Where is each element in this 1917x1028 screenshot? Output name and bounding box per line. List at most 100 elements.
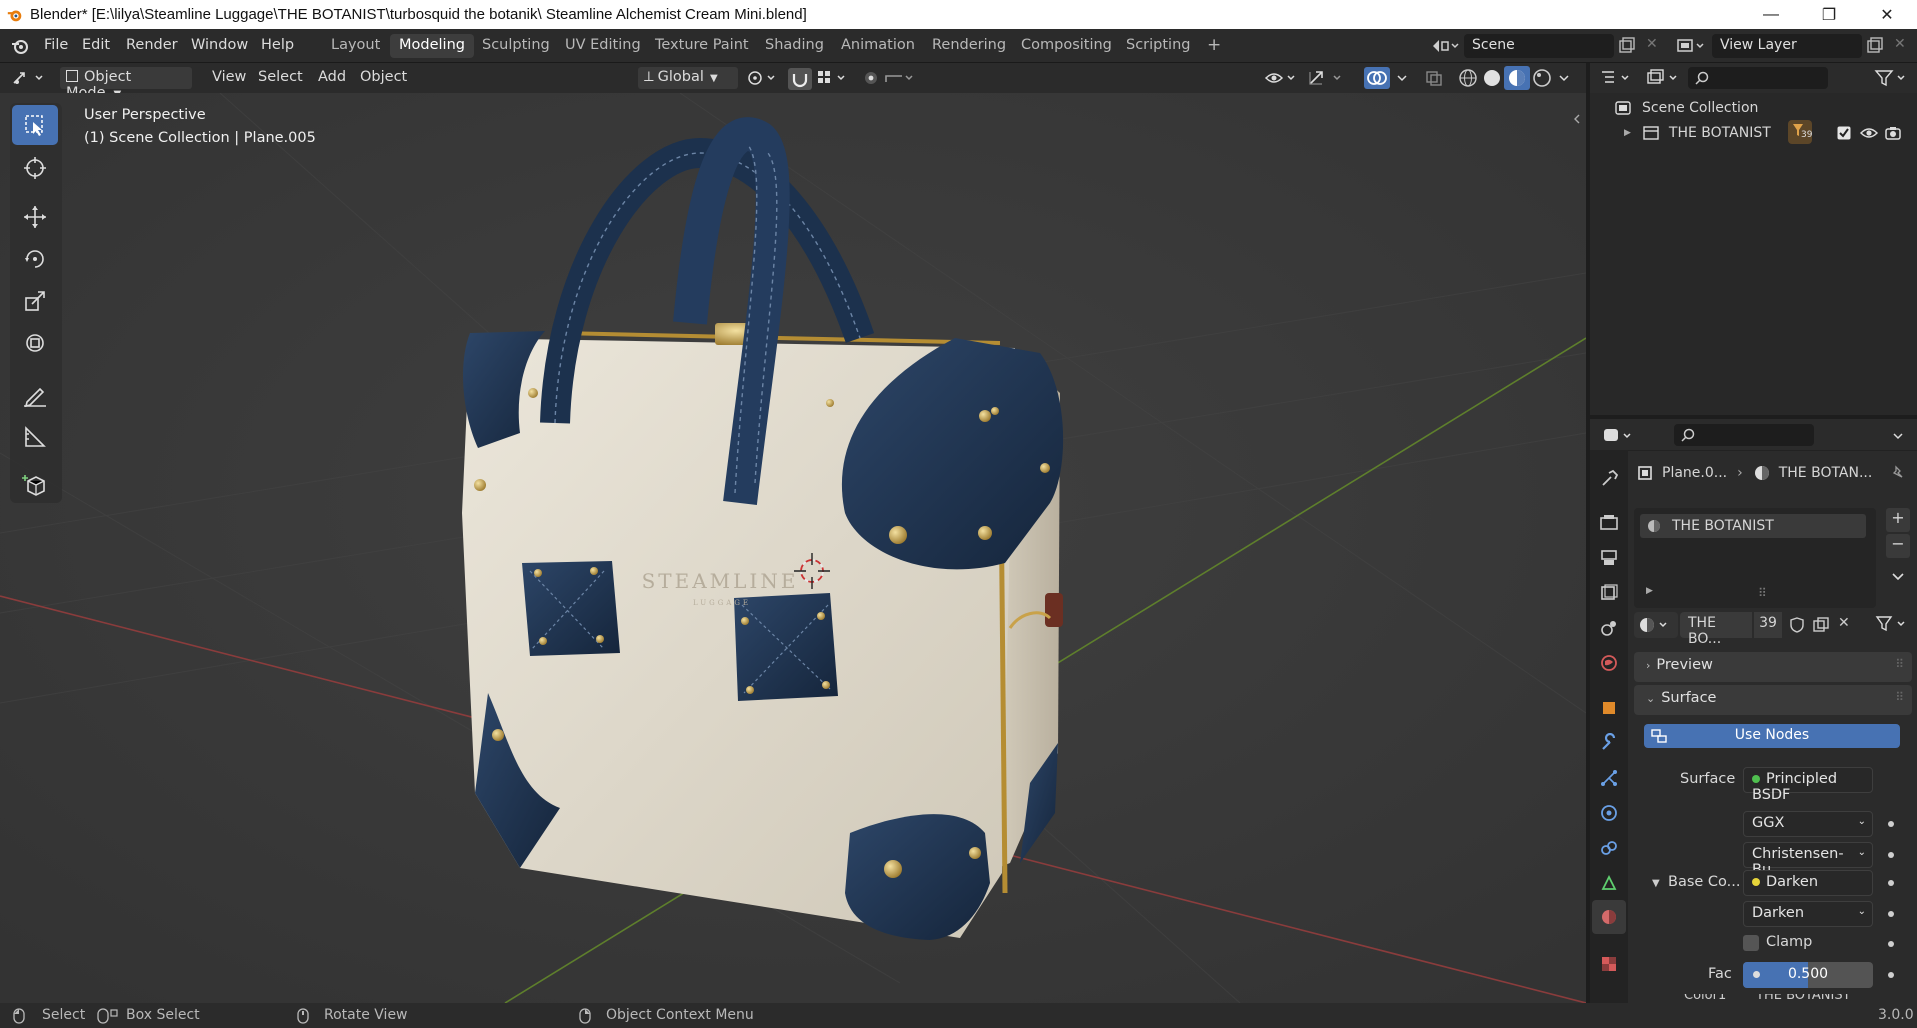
tab-scripting[interactable]: Scripting xyxy=(1117,34,1199,58)
tab-shading[interactable]: Shading xyxy=(756,34,833,58)
material-slot-item[interactable]: THE BOTANIST xyxy=(1640,514,1866,538)
tab-tool[interactable] xyxy=(1595,465,1623,493)
tab-particles[interactable] xyxy=(1595,764,1623,792)
blender-menu-icon[interactable] xyxy=(10,36,30,56)
drag-handle-icon[interactable]: ⠿ xyxy=(1895,690,1904,704)
unlink-material-icon[interactable]: ✕ xyxy=(1838,615,1850,631)
material-name-field[interactable]: THE BO... xyxy=(1680,612,1752,647)
resize-handle-icon[interactable]: ⠿ xyxy=(1758,586,1767,600)
orientation-dropdown[interactable]: ⟂ Global ▼ xyxy=(638,67,738,89)
mode-dropdown[interactable]: Object Mode▼ xyxy=(60,67,192,101)
menu-edit[interactable]: Edit xyxy=(82,37,110,53)
menu-window[interactable]: Window xyxy=(191,37,248,53)
move-tool[interactable] xyxy=(12,197,58,237)
view-layer-icon[interactable] xyxy=(1676,37,1708,55)
add-menu[interactable]: Add xyxy=(312,67,352,89)
outliner-editor-icon[interactable] xyxy=(1600,69,1634,87)
slot-specials-icon[interactable] xyxy=(1890,568,1906,584)
collapse-sidebar-icon[interactable] xyxy=(1572,113,1582,125)
checkbox-checked-icon[interactable] xyxy=(1836,125,1852,141)
keyframe-dot-icon[interactable] xyxy=(1888,852,1894,858)
menu-file[interactable]: File xyxy=(44,37,68,53)
outliner-search-input[interactable] xyxy=(1688,67,1828,89)
filter-icon[interactable] xyxy=(1874,68,1910,88)
slot-expand-icon[interactable]: ▶ xyxy=(1646,586,1653,596)
scene-collection-row[interactable]: Scene Collection xyxy=(1614,99,1758,117)
material-link-icon[interactable] xyxy=(1874,614,1910,634)
expand-base-color-icon[interactable]: ▼ xyxy=(1652,878,1660,889)
tab-physics[interactable] xyxy=(1595,799,1623,827)
new-scene-icon[interactable] xyxy=(1618,37,1636,55)
view-menu[interactable]: View xyxy=(206,67,252,89)
snap-target-icon[interactable] xyxy=(816,69,850,87)
object-menu[interactable]: Object xyxy=(354,67,413,89)
fac-slider[interactable]: 0.500 xyxy=(1743,962,1873,988)
surface-panel-header[interactable]: ⌄ Surface ⠿ xyxy=(1634,685,1912,715)
overlays-toggle[interactable] xyxy=(1364,67,1390,89)
scene-field[interactable]: Scene xyxy=(1464,34,1614,58)
material-preview-toggle[interactable] xyxy=(1504,66,1530,90)
pivot-point-icon[interactable] xyxy=(746,69,780,87)
tab-constraints[interactable] xyxy=(1595,834,1623,862)
keyframe-dot-icon[interactable] xyxy=(1888,972,1894,978)
editor-type-icon[interactable] xyxy=(12,69,48,87)
properties-search-input[interactable] xyxy=(1674,424,1814,446)
3d-viewport[interactable]: STEAMLINE LUGGAGE User Perspective (1) S… xyxy=(0,93,1586,1003)
tab-scene[interactable] xyxy=(1595,614,1623,642)
visibility-icon[interactable] xyxy=(1264,69,1300,87)
tab-rendering[interactable]: Rendering xyxy=(923,34,1015,58)
fake-user-shield-icon[interactable] xyxy=(1788,616,1806,634)
clamp-checkbox[interactable] xyxy=(1743,935,1759,951)
scene-icon[interactable] xyxy=(1430,37,1460,55)
cursor-tool[interactable] xyxy=(12,148,58,188)
tab-output[interactable] xyxy=(1595,544,1623,572)
tab-sculpting[interactable]: Sculpting xyxy=(473,34,559,58)
keyframe-dot-icon[interactable] xyxy=(1888,821,1894,827)
minimize-button[interactable]: — xyxy=(1742,0,1800,29)
tab-render[interactable] xyxy=(1595,509,1623,537)
add-cube-tool[interactable] xyxy=(12,465,58,505)
preview-panel-header[interactable]: › Preview ⠿ xyxy=(1634,652,1912,682)
delete-view-layer-icon[interactable]: ✕ xyxy=(1894,36,1906,52)
collection-row-the-botanist[interactable]: ▶ THE BOTANIST xyxy=(1624,124,1771,142)
shading-dropdown-icon[interactable] xyxy=(1556,69,1574,87)
delete-scene-icon[interactable]: ✕ xyxy=(1646,36,1658,52)
browse-material-button[interactable] xyxy=(1634,612,1678,638)
display-mode-icon[interactable] xyxy=(1646,69,1680,87)
add-slot-button[interactable]: + xyxy=(1886,508,1910,532)
transform-tool[interactable] xyxy=(12,323,58,363)
tab-world[interactable] xyxy=(1595,649,1623,677)
keyframe-dot-icon[interactable] xyxy=(1888,911,1894,917)
xray-icon[interactable] xyxy=(1424,69,1444,87)
measure-tool[interactable] xyxy=(12,417,58,457)
rotate-tool[interactable] xyxy=(12,239,58,279)
wireframe-shading-icon[interactable] xyxy=(1456,67,1480,89)
tab-layout[interactable]: Layout xyxy=(322,34,389,58)
close-button[interactable]: ✕ xyxy=(1858,0,1916,29)
view-layer-field[interactable]: View Layer xyxy=(1712,34,1862,58)
annotate-tool[interactable] xyxy=(12,375,58,415)
proportional-edit-icon[interactable] xyxy=(862,69,918,87)
solid-shading-icon[interactable] xyxy=(1480,67,1504,89)
new-view-layer-icon[interactable] xyxy=(1866,37,1884,55)
tab-modifiers[interactable] xyxy=(1595,729,1623,757)
chevron-down-icon[interactable] xyxy=(1890,427,1908,445)
menu-help[interactable]: Help xyxy=(261,37,294,53)
tab-modeling[interactable]: Modeling xyxy=(390,34,474,58)
overlays-dropdown-icon[interactable] xyxy=(1394,69,1412,87)
properties-editor-icon[interactable] xyxy=(1602,427,1636,445)
rendered-shading-icon[interactable] xyxy=(1530,67,1554,89)
tab-material[interactable] xyxy=(1592,900,1626,934)
snap-toggle[interactable] xyxy=(788,68,812,90)
menu-render[interactable]: Render xyxy=(126,37,178,53)
tab-uv-editing[interactable]: UV Editing xyxy=(556,34,650,58)
surface-shader-field[interactable]: Principled BSDF xyxy=(1743,767,1873,803)
subsurface-method-dropdown[interactable]: Christensen-Bu...⌄ xyxy=(1743,842,1873,878)
select-menu[interactable]: Select xyxy=(252,67,309,89)
scale-tool[interactable] xyxy=(12,281,58,321)
collection-children-badge[interactable]: 39 xyxy=(1788,120,1812,144)
distribution-dropdown[interactable]: GGX ⌄ xyxy=(1743,811,1873,837)
tab-view-layer[interactable] xyxy=(1595,579,1623,607)
duplicate-material-icon[interactable] xyxy=(1812,616,1830,634)
tab-texture[interactable] xyxy=(1595,950,1623,978)
